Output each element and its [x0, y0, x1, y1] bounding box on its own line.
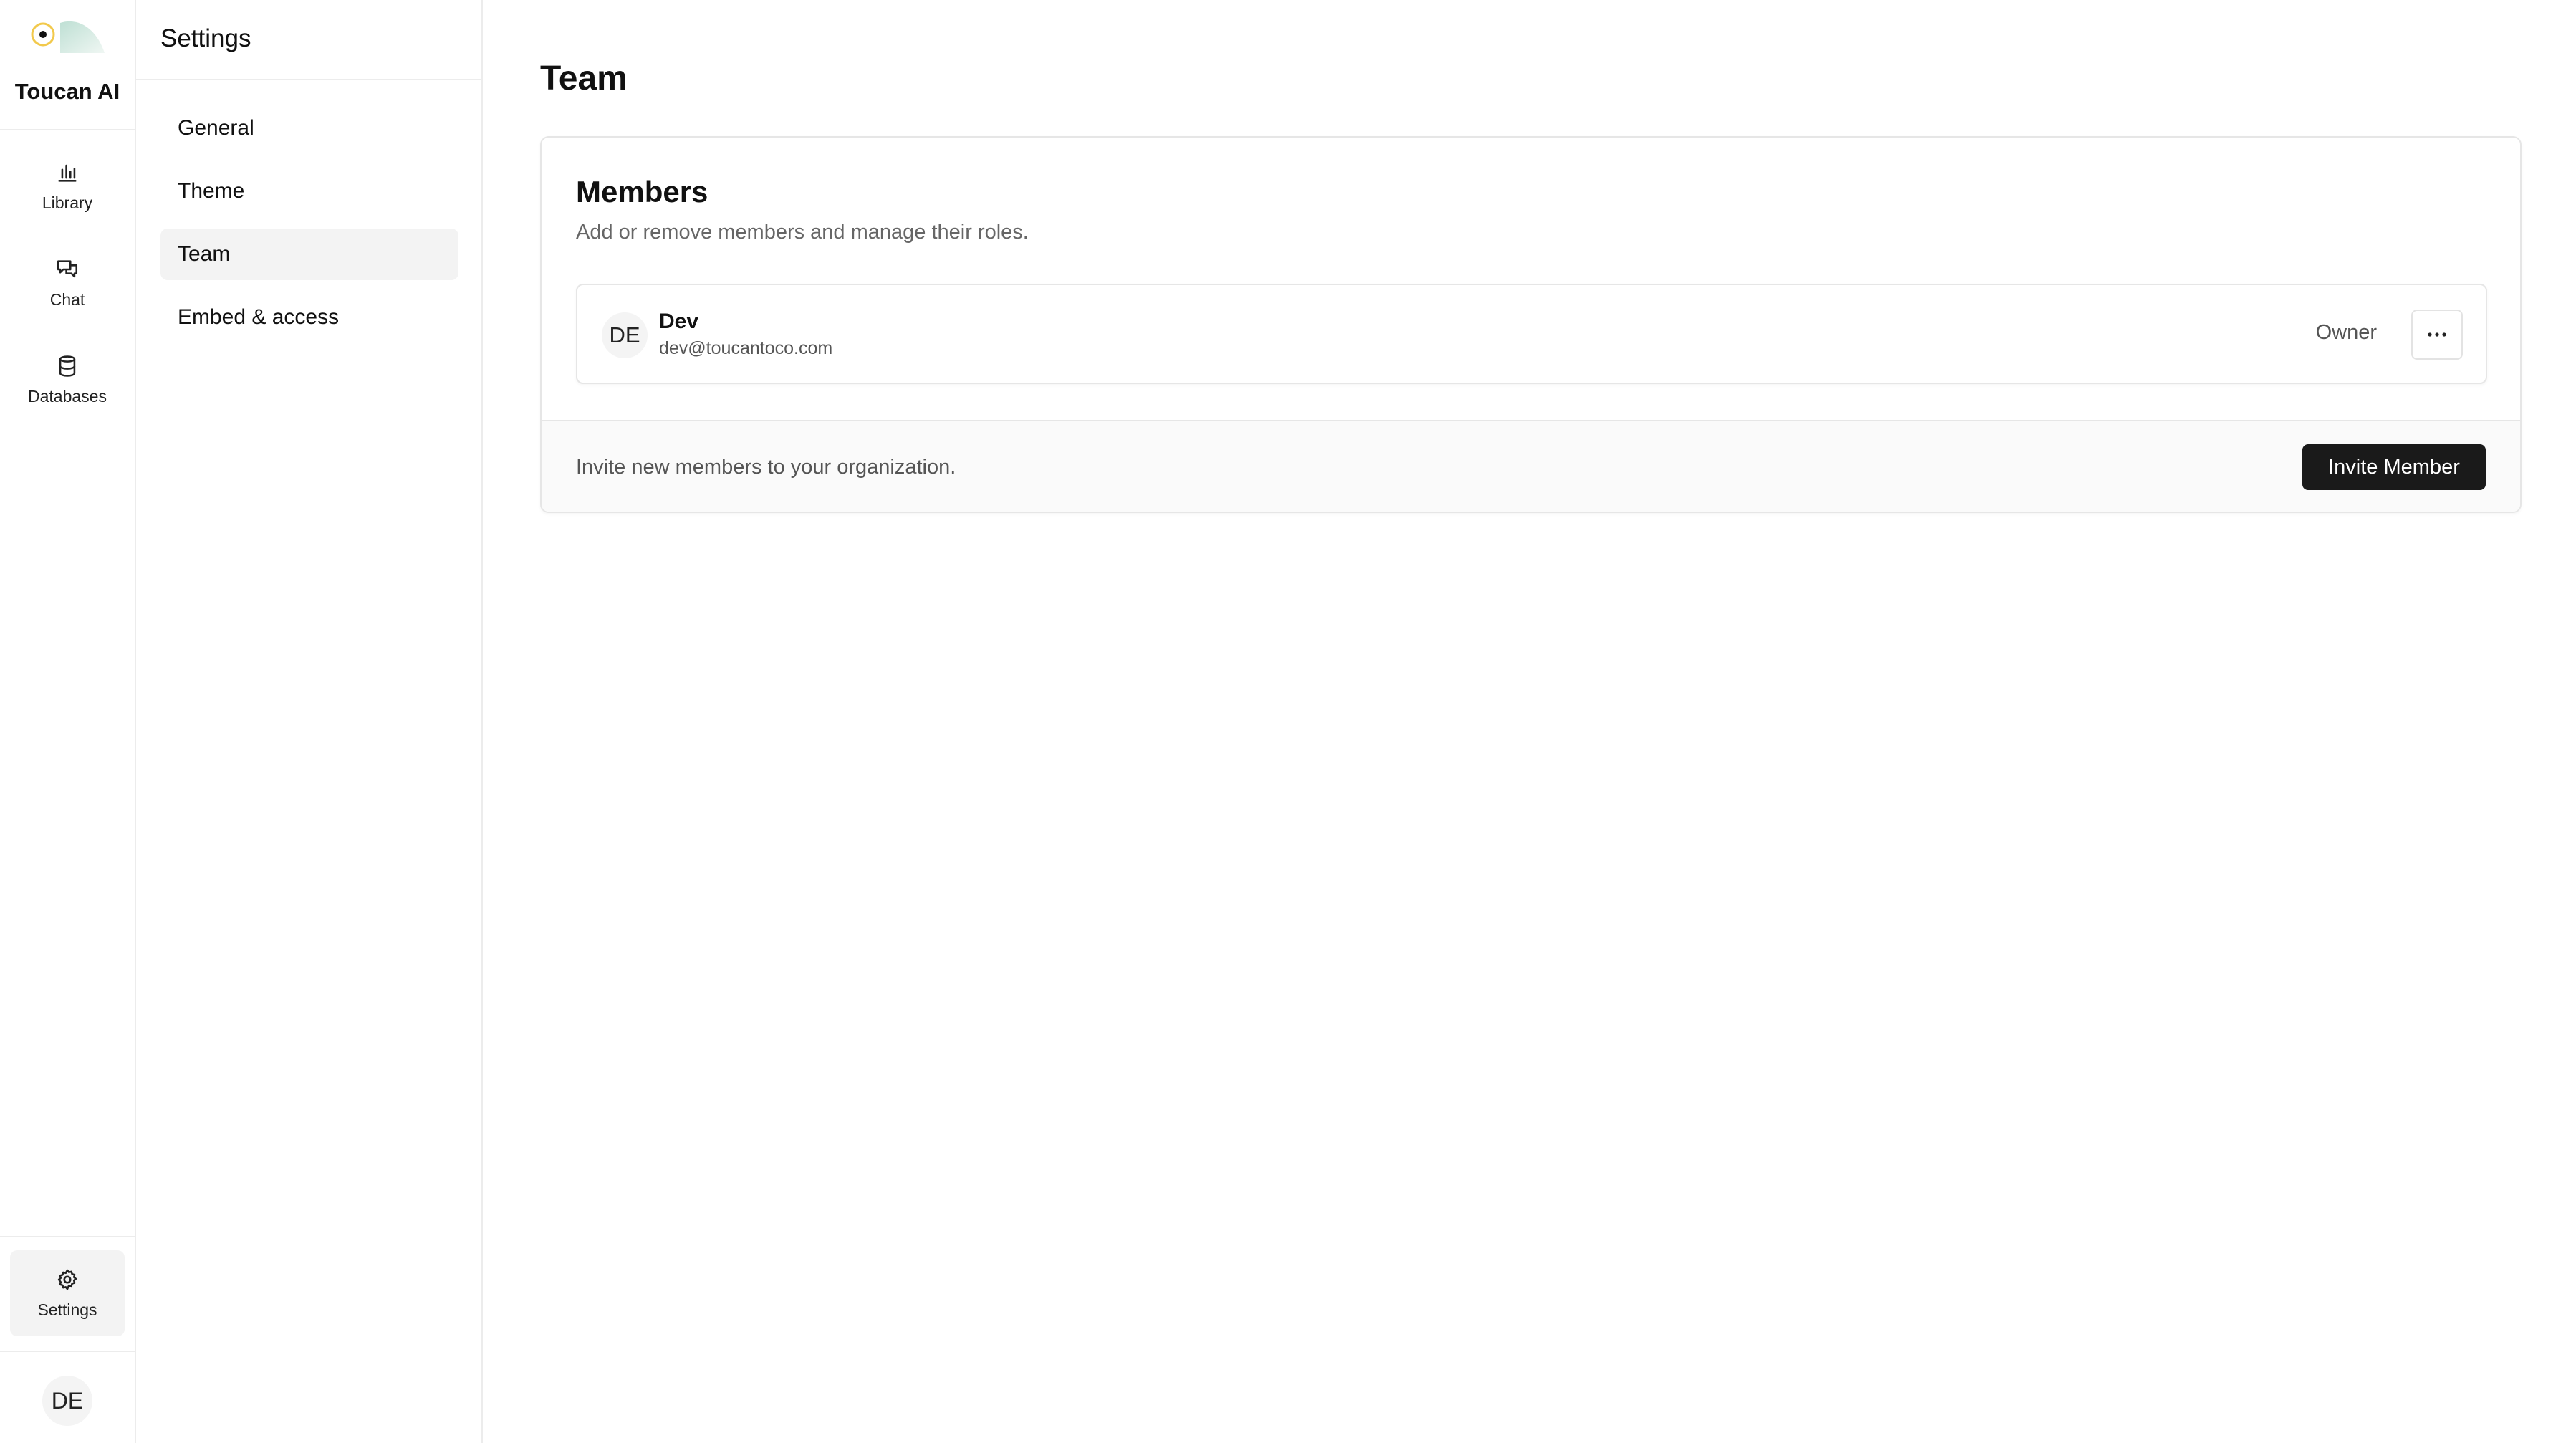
brand-name: Toucan AI: [14, 79, 120, 104]
member-email: dev@toucantoco.com: [659, 338, 833, 358]
app-window: Toucan AI Library Chat Databases Setting…: [0, 0, 2576, 1443]
settings-title: Settings: [160, 24, 251, 52]
chat-bubbles-icon: [57, 259, 78, 277]
settings-nav-general[interactable]: General: [160, 102, 458, 154]
member-more-button[interactable]: [2411, 310, 2463, 360]
bar-chart-icon: [58, 164, 77, 182]
icon-rail: Toucan AI Library Chat Databases Setting…: [0, 0, 136, 1443]
members-card: Members Add or remove members and manage…: [540, 136, 2522, 513]
rail-item-library[interactable]: Library: [10, 143, 125, 229]
user-avatar[interactable]: DE: [42, 1376, 92, 1426]
rail-item-chat[interactable]: Chat: [10, 240, 125, 326]
rail-divider: [0, 1351, 135, 1352]
settings-nav-team[interactable]: Team: [160, 229, 458, 280]
settings-sidebar: Settings General Theme Team Embed & acce…: [136, 0, 483, 1443]
member-row: DE Dev dev@toucantoco.com Owner: [576, 284, 2487, 384]
member-name: Dev: [659, 310, 699, 333]
members-title: Members: [576, 175, 708, 208]
settings-divider: [136, 79, 481, 80]
rail-label: Databases: [28, 386, 107, 406]
rail-label: Library: [42, 193, 93, 212]
member-role: Owner: [2315, 321, 2377, 344]
rail-item-databases[interactable]: Databases: [10, 337, 125, 423]
more-horizontal-icon: [2428, 332, 2446, 337]
rail-item-settings[interactable]: Settings: [10, 1250, 125, 1336]
invite-description: Invite new members to your organization.: [576, 456, 956, 479]
member-avatar: DE: [602, 312, 648, 358]
rail-label: Settings: [37, 1300, 97, 1319]
database-icon: [59, 355, 76, 377]
rail-label: Chat: [49, 289, 85, 309]
settings-nav-embed-access[interactable]: Embed & access: [160, 292, 458, 343]
invite-member-button[interactable]: Invite Member: [2302, 444, 2486, 490]
members-description: Add or remove members and manage their r…: [576, 221, 1029, 244]
page-title: Team: [540, 59, 628, 97]
main-content: Team Members Add or remove members and m…: [483, 0, 2576, 1443]
members-card-footer: Invite new members to your organization.…: [542, 420, 2520, 512]
settings-nav-theme[interactable]: Theme: [160, 166, 458, 217]
brand: Toucan AI: [0, 0, 135, 130]
rail-divider: [0, 1236, 135, 1237]
toucan-logo-icon: [31, 21, 105, 53]
gear-icon: [57, 1269, 77, 1290]
